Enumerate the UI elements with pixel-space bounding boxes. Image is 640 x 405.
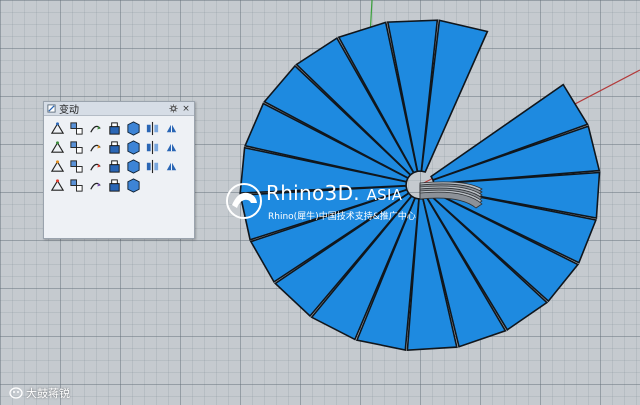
rotate-icon-glyph — [89, 125, 101, 133]
project-icon-glyph — [50, 178, 64, 191]
set-point-icon[interactable] — [105, 157, 123, 175]
orient-icon-glyph — [166, 123, 176, 132]
array-icon[interactable] — [48, 138, 66, 156]
array-icon-glyph — [50, 140, 64, 153]
cage-icon[interactable] — [67, 157, 85, 175]
sporph-icon[interactable] — [86, 176, 104, 194]
footer-watermark: 大鼓蒋锐 — [9, 385, 70, 401]
flow-icon-glyph — [108, 140, 120, 154]
scale-icon[interactable] — [105, 119, 123, 137]
set-point-icon-glyph — [108, 159, 120, 173]
align-icon-glyph — [89, 144, 101, 152]
copy-icon[interactable] — [67, 119, 85, 137]
stretch-icon-glyph — [146, 159, 158, 173]
arrow-right-icon[interactable] — [124, 176, 142, 194]
footer-logo-icon — [9, 387, 23, 399]
gear-icon[interactable] — [168, 103, 178, 114]
splop-icon[interactable] — [67, 176, 85, 194]
twist-icon[interactable] — [67, 138, 85, 156]
twist-icon-glyph — [69, 140, 83, 154]
transform-toolbar[interactable]: 变动 × — [43, 101, 195, 239]
toolbar-app-icon — [47, 104, 56, 113]
toolbar-title-bar[interactable]: 变动 × — [44, 102, 194, 116]
flip-icon-glyph — [89, 163, 101, 171]
arrow-right-icon-glyph — [126, 177, 140, 193]
bend-icon[interactable] — [124, 138, 142, 156]
taper-icon[interactable] — [48, 157, 66, 175]
rotate-icon[interactable] — [86, 119, 104, 137]
box-icon[interactable] — [124, 119, 142, 137]
box-icon-glyph — [126, 120, 140, 136]
move-icon[interactable] — [48, 119, 66, 137]
flip-icon[interactable] — [86, 157, 104, 175]
grid-array-icon-glyph — [146, 140, 158, 154]
taper-icon-glyph — [50, 159, 64, 172]
rotate-3d-icon[interactable] — [105, 176, 123, 194]
stretch-icon[interactable] — [143, 157, 161, 175]
toolbar-title: 变动 — [59, 105, 79, 116]
flow-icon[interactable] — [105, 138, 123, 156]
orient-icon[interactable] — [162, 119, 180, 137]
cage-icon-glyph — [69, 159, 83, 173]
polar-array-icon-glyph — [166, 142, 176, 151]
smooth-icon-glyph — [166, 161, 176, 170]
smooth-icon[interactable] — [162, 157, 180, 175]
copy-icon-glyph — [69, 121, 83, 135]
footer-text: 大鼓蒋锐 — [26, 387, 70, 400]
project-icon[interactable] — [48, 176, 66, 194]
polar-array-icon[interactable] — [162, 138, 180, 156]
tool-grid — [44, 116, 194, 197]
move-icon-glyph — [50, 121, 64, 134]
sporph-icon-glyph — [89, 182, 101, 190]
mirror-icon-glyph — [146, 121, 158, 135]
splop-icon-glyph — [69, 178, 83, 192]
rotate-3d-icon-glyph — [108, 178, 120, 192]
close-button[interactable]: × — [181, 103, 191, 114]
mirror-icon[interactable] — [143, 119, 161, 137]
grid-array-icon[interactable] — [143, 138, 161, 156]
shear-icon[interactable] — [124, 157, 142, 175]
shear-icon-glyph — [126, 158, 140, 174]
scale-icon-glyph — [108, 121, 120, 135]
bend-icon-glyph — [126, 139, 140, 155]
align-icon[interactable] — [86, 138, 104, 156]
